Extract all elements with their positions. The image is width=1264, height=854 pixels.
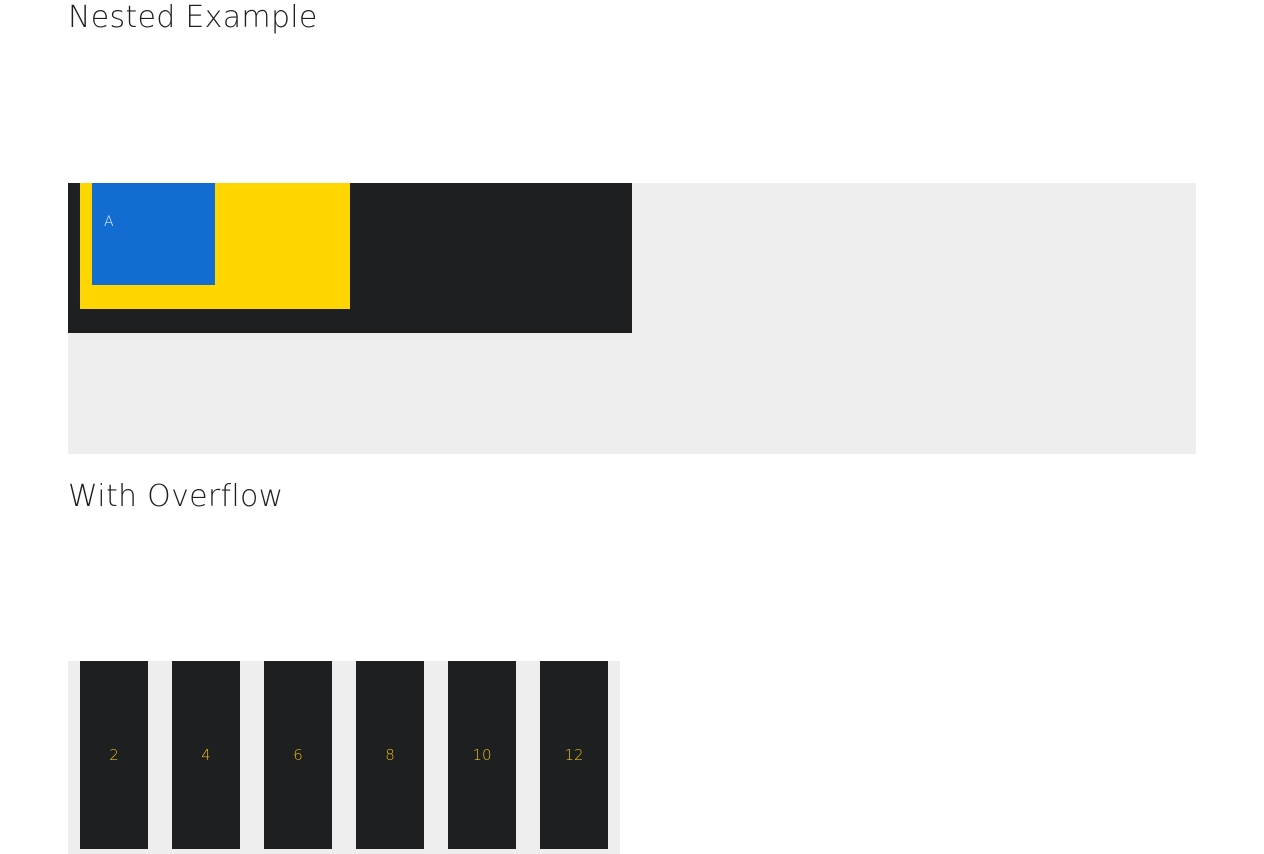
with-overflow-title: With Overflow bbox=[68, 479, 284, 514]
overflow-item-label: 12 bbox=[564, 746, 584, 764]
overflow-item-label: 10 bbox=[472, 746, 492, 764]
nested-outer-container: A bbox=[68, 183, 1196, 454]
page: Nested Example A With Overflow 2 4 6 8 1… bbox=[0, 0, 1264, 854]
nested-blue-label: A bbox=[104, 214, 114, 230]
overflow-item: 6 bbox=[264, 661, 332, 849]
overflow-container[interactable]: 2 4 6 8 10 12 bbox=[68, 661, 620, 854]
overflow-item-label: 2 bbox=[109, 746, 119, 764]
nested-blue-box: A bbox=[92, 183, 215, 285]
overflow-item-label: 8 bbox=[385, 746, 395, 764]
overflow-item: 4 bbox=[172, 661, 240, 849]
nested-yellow-box: A bbox=[80, 183, 350, 309]
overflow-item: 12 bbox=[540, 661, 608, 849]
overflow-item: 10 bbox=[448, 661, 516, 849]
nested-dark-box: A bbox=[68, 183, 632, 333]
overflow-item: 8 bbox=[356, 661, 424, 849]
overflow-item-label: 6 bbox=[293, 746, 303, 764]
overflow-item-label: 4 bbox=[201, 746, 211, 764]
nested-example-title: Nested Example bbox=[68, 0, 318, 35]
overflow-item: 2 bbox=[80, 661, 148, 849]
